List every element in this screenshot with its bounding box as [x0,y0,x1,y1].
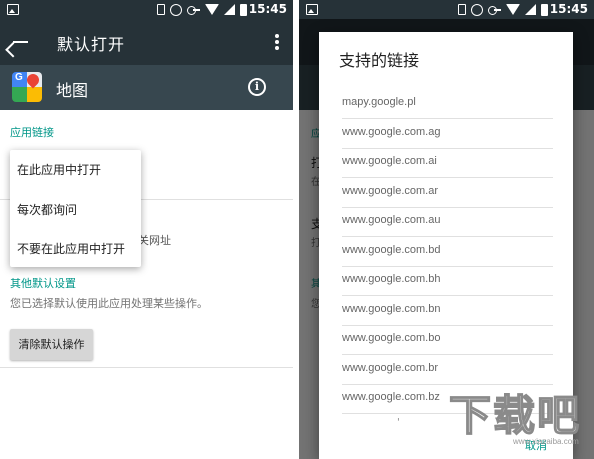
supported-link-item: www.google.com.au [342,209,553,237]
app-name: 地图 [56,81,89,100]
status-bar: 15:45 [299,0,594,19]
supported-link-item: www.google.com.bz [342,386,553,414]
app-header-row: G 地图 i [0,65,293,110]
dialog-title: 支持的链接 [339,51,420,70]
image-icon [7,4,19,15]
alarm-icon [471,3,483,16]
status-time: 15:45 [248,2,287,16]
maps-app-icon: G [12,72,42,102]
supported-link-item: www.google.com.br [342,357,553,385]
status-bar: 15:45 [0,0,293,19]
page-title: 默认打开 [57,35,126,54]
status-time: 15:45 [549,2,588,16]
supported-link-item: www.google.com.bn [342,298,553,326]
clear-defaults-button[interactable]: 清除默认操作 [10,329,93,360]
supported-link-item: www.google.com.ai [342,150,553,178]
section-app-links: 应用链接 [10,126,54,139]
divider [0,367,293,368]
status-icons [157,2,247,17]
status-icons [458,2,548,17]
more-vert-icon[interactable] [275,34,279,50]
key-icon [488,6,501,15]
menu-item-ask-every-time[interactable]: 每次都询问 [17,201,77,218]
alarm-icon [170,3,182,16]
back-arrow-icon[interactable] [10,32,30,52]
right-screen: 应 打 在 支 打 其 您 15:45 支持的链接 mapy.google.pl… [299,0,594,459]
supported-link-item: www.google.com.bh [342,268,553,296]
open-links-popup-menu: 在此应用中打开 每次都询问 不要在此应用中打开 [10,150,141,267]
more-indicator: ' [397,417,400,428]
supported-link-item: www.google.com.ag [342,121,553,149]
key-icon [187,6,200,15]
signal-icon [525,4,536,15]
info-icon[interactable]: i [248,78,266,96]
left-screen: 15:45 默认打开 G 地图 i 应用链接 关网址 其他默认设置 您已选择默认… [0,0,293,459]
menu-item-open-in-app[interactable]: 在此应用中打开 [17,161,101,178]
supported-link-item: www.google.com.ar [342,180,553,208]
partial-text: 关网址 [138,234,171,247]
section-other-defaults: 其他默认设置 [10,277,76,290]
battery-icon [240,3,247,16]
app-bar: 默认打开 [0,19,293,65]
supported-link-item: www.google.com.bd [342,239,553,267]
battery-icon [541,3,548,16]
cancel-button[interactable]: 取消 [525,437,547,453]
supported-links-dialog: 支持的链接 mapy.google.pl www.google.com.ag www… [319,32,573,459]
supported-link-item: mapy.google.pl [342,91,553,119]
vibrate-icon [458,4,466,15]
signal-icon [224,4,235,15]
image-icon [306,4,318,15]
supported-link-item: www.google.com.bo [342,327,553,355]
other-defaults-description: 您已选择默认使用此应用处理某些操作。 [10,297,208,310]
wifi-icon [205,4,219,15]
wifi-icon [506,4,520,15]
vibrate-icon [157,4,165,15]
menu-item-dont-open-in-app[interactable]: 不要在此应用中打开 [17,240,125,257]
